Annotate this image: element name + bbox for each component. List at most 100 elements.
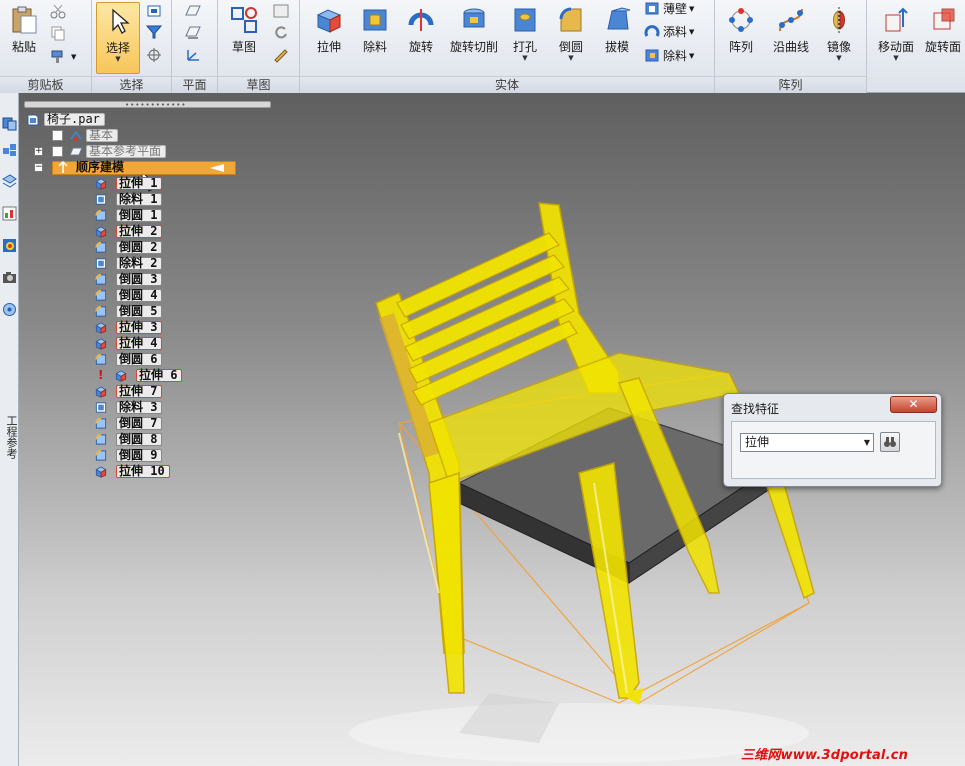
tree-base-planes[interactable]: + 基本参考平面 (34, 145, 167, 158)
cutout-icon (363, 9, 387, 31)
extrude-feature-icon (95, 386, 107, 398)
feature-label: 拉伸 7 (116, 385, 163, 398)
extrude-feature-icon (115, 370, 127, 382)
thin-wall-label: 薄壁 (663, 2, 688, 16)
cutout-feature-icon (95, 194, 107, 205)
extrude-label: 拉伸 (316, 40, 341, 54)
plane-group: 平面 (172, 0, 218, 93)
copy-icon (51, 26, 65, 41)
remove-material-button[interactable]: 除料 ▼ (644, 46, 694, 66)
revolve-icon (408, 9, 434, 31)
assembly-icon[interactable] (1, 141, 18, 158)
rollback-arrow-icon[interactable] (208, 163, 226, 173)
dialog-close-button[interactable]: ✕ (890, 396, 937, 413)
select-label: 选择 (105, 41, 130, 55)
cutout-button[interactable]: 除料 (356, 2, 394, 72)
engineering-reference-icon[interactable] (1, 301, 18, 318)
layers-icon[interactable] (1, 173, 18, 190)
hole-label: 打孔 (512, 40, 537, 54)
base-planes-checkbox[interactable] (52, 146, 63, 157)
select-filter-icon[interactable] (146, 3, 162, 19)
reference-plane-icon (69, 147, 83, 156)
hole-icon (514, 8, 536, 32)
mirror-button[interactable]: 镜像 ▼ (819, 2, 859, 72)
tree-base-label: 基本 (86, 129, 119, 142)
mirror-label: 镜像 (826, 40, 851, 54)
sensor-icon[interactable] (1, 205, 18, 222)
tree-base[interactable]: 基本 (52, 129, 119, 142)
tree-root[interactable]: 椅子.par (24, 113, 105, 126)
ordered-expander[interactable]: − (34, 163, 43, 172)
project-icon[interactable] (272, 3, 290, 19)
remove-material-icon (645, 49, 659, 62)
feature-label: 拉伸 2 (116, 225, 163, 238)
pattern-button[interactable]: 阵列 (721, 2, 761, 72)
format-painter-button[interactable]: ▼ (50, 47, 76, 67)
cut-button[interactable] (50, 2, 69, 22)
pathfinder-splitter[interactable]: •••••••••••• (24, 101, 271, 109)
feature-label: 倒圆 2 (116, 241, 163, 254)
dialog-title: 查找特征 (731, 402, 780, 416)
paste-button[interactable]: 粘贴 (4, 2, 44, 72)
paste-icon (12, 6, 37, 34)
coordinate-system-icon[interactable] (184, 47, 202, 63)
base-planes-expander[interactable]: + (34, 147, 43, 156)
select-button[interactable]: 选择 ▼ (96, 2, 140, 74)
pattern-label: 阵列 (728, 40, 753, 54)
revolve-button[interactable]: 旋转 (402, 2, 440, 72)
feature-type-dropdown[interactable]: 拉伸 ▼ (740, 433, 874, 452)
mirror-dropdown-arrow: ▼ (836, 54, 842, 62)
feature-library-icon[interactable] (1, 115, 18, 132)
thin-wall-button[interactable]: 薄壁 ▼ (644, 0, 694, 19)
round-feature-icon (95, 241, 107, 253)
sketch-group-label: 草图 (218, 76, 299, 93)
solid-group: 拉伸 除料 旋转 旋转切削 打孔 ▼ 倒圆 ▼ 拔模 薄壁 ▼ 添料 ▼ 除料 … (300, 0, 715, 93)
revolve-cut-label: 旋转切削 (449, 40, 498, 54)
scissors-icon (50, 4, 66, 19)
feature-label: 除料 2 (116, 257, 163, 270)
rotate-face-button[interactable]: 旋转面 (921, 2, 965, 72)
base-visibility-checkbox[interactable] (52, 130, 63, 141)
tree-root-label: 椅子.par (44, 113, 105, 126)
copy-button[interactable] (50, 24, 69, 44)
extrude-feature-icon (95, 338, 107, 350)
sketch-button[interactable]: 草图 (222, 2, 266, 72)
face-group: 移动面 ▼ 旋转面 (867, 0, 965, 93)
camera-icon[interactable] (1, 269, 18, 286)
move-face-button[interactable]: 移动面 ▼ (873, 2, 919, 72)
refresh-icon[interactable] (272, 24, 290, 40)
revolve-cut-button[interactable]: 旋转切削 (444, 2, 504, 72)
watermark-text: 三维网www.3dportal.cn (741, 748, 909, 763)
add-material-button[interactable]: 添料 ▼ (644, 22, 694, 42)
color-manager-icon[interactable] (1, 237, 18, 254)
select-dropdown-arrow: ▼ (115, 55, 121, 63)
move-face-label: 移动面 (877, 40, 914, 54)
plane-offset-icon[interactable] (184, 24, 202, 40)
funnel-icon[interactable] (146, 24, 162, 40)
pick-icon[interactable] (146, 47, 162, 63)
feature-label: 倒圆 6 (116, 353, 163, 366)
plane-group-label: 平面 (172, 76, 217, 93)
revolve-cut-icon (463, 8, 485, 28)
plane-icon[interactable] (184, 3, 202, 19)
pencil-icon[interactable] (272, 47, 290, 63)
engineering-reference-tab[interactable]: 工程参考 (2, 415, 18, 459)
ordered-icon (58, 161, 68, 173)
extrude-icon (316, 9, 342, 33)
round-feature-icon (95, 353, 107, 365)
feature-type-value: 拉伸 (745, 435, 770, 449)
hole-button[interactable]: 打孔 ▼ (506, 2, 544, 72)
pattern-icon (729, 8, 753, 32)
feature-label: 拉伸 6 (136, 369, 183, 382)
round-button[interactable]: 倒圆 ▼ (552, 2, 590, 72)
along-curve-button[interactable]: 沿曲线 (767, 2, 815, 72)
extrude-button[interactable]: 拉伸 (310, 2, 348, 72)
feature-label: 拉伸 1 (116, 177, 163, 190)
find-button[interactable] (880, 432, 900, 452)
chevron-down-icon: ▼ (863, 438, 870, 447)
draft-button[interactable]: 拔模 (598, 2, 636, 72)
rotate-face-label: 旋转面 (924, 40, 961, 54)
round-dropdown-arrow: ▼ (568, 54, 574, 62)
clipboard-group-label: 剪贴板 (0, 76, 91, 93)
left-icon-strip: 工程参考 (0, 93, 19, 766)
